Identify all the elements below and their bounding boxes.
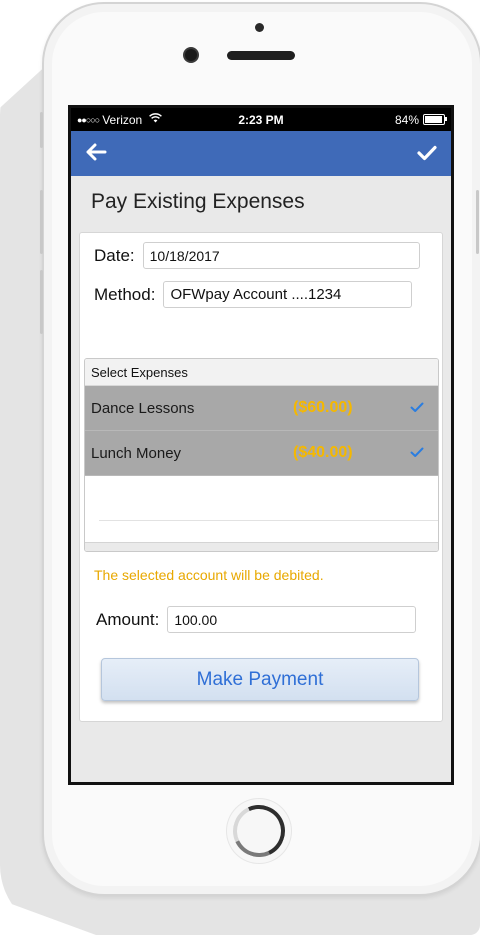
nav-bar: [71, 131, 451, 176]
checkmark-icon[interactable]: [417, 142, 437, 166]
volume-up-button: [40, 190, 43, 254]
status-right: 84%: [394, 112, 447, 127]
expenses-list: Select Expenses Dance Lessons ($60.00) L…: [84, 358, 439, 552]
power-button: [476, 190, 479, 254]
front-camera-icon: [185, 49, 197, 61]
home-button-ring-icon: [225, 797, 293, 865]
expenses-header: Select Expenses: [85, 359, 438, 386]
wifi-icon: [149, 113, 163, 126]
check-icon: [410, 400, 424, 416]
mute-switch: [40, 112, 43, 148]
amount-row: Amount:: [96, 606, 417, 633]
expense-row[interactable]: Dance Lessons ($60.00): [85, 386, 438, 431]
app-area: ●●○○○ Verizon 2:23 PM 84% Pay Existing E…: [71, 108, 451, 782]
proximity-sensor: [255, 23, 264, 32]
method-label: Method:: [94, 284, 156, 304]
battery-icon: [423, 114, 447, 125]
carrier-name: Verizon: [102, 112, 143, 127]
page-title: Pay Existing Expenses: [91, 190, 305, 213]
status-left: ●●○○○ Verizon: [77, 112, 163, 127]
back-arrow-icon[interactable]: [85, 142, 107, 166]
amount-input[interactable]: [167, 606, 417, 633]
empty-list-row: [99, 476, 438, 521]
expense-amount: ($60.00): [293, 399, 353, 416]
volume-down-button: [40, 270, 43, 334]
method-row: Method:: [94, 281, 413, 308]
status-bar: ●●○○○ Verizon 2:23 PM 84%: [71, 108, 451, 131]
amount-label: Amount:: [96, 609, 160, 629]
expense-name: Dance Lessons: [91, 399, 195, 417]
earpiece-speaker: [227, 51, 295, 60]
expense-name: Lunch Money: [91, 444, 182, 462]
signal-strength-icon: ●●○○○: [77, 114, 100, 125]
expense-amount: ($40.00): [293, 444, 353, 461]
method-select[interactable]: [163, 281, 413, 308]
date-row: Date:: [94, 242, 420, 269]
home-button[interactable]: [225, 797, 293, 865]
debit-notice: The selected account will be debited.: [94, 567, 324, 583]
check-icon: [410, 445, 424, 461]
payment-form-card: Date: Method: Select Expenses Dance Less…: [79, 232, 443, 722]
phone-screen: ●●○○○ Verizon 2:23 PM 84% Pay Existing E…: [68, 105, 454, 785]
make-payment-button[interactable]: Make Payment: [101, 658, 419, 701]
date-input[interactable]: [142, 242, 420, 269]
battery-percent: 84%: [394, 112, 419, 127]
date-label: Date:: [94, 245, 135, 265]
expenses-footer: [85, 542, 438, 551]
expense-row[interactable]: Lunch Money ($40.00): [85, 431, 438, 476]
